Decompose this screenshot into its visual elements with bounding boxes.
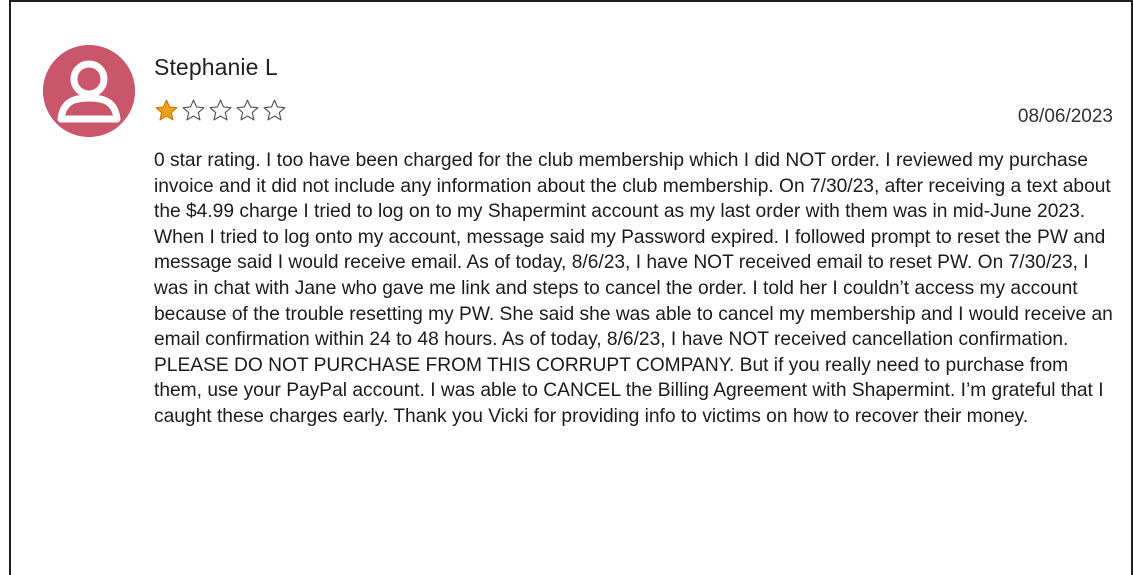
review-card: Stephanie L 08/06/2023 0 star rating. I … xyxy=(9,0,1133,575)
review-date: 08/06/2023 xyxy=(1017,106,1113,127)
star-empty-icon xyxy=(182,99,205,121)
user-icon xyxy=(43,45,135,137)
star-empty-icon xyxy=(236,99,259,121)
star-empty-icon xyxy=(209,99,232,121)
star-rating xyxy=(154,98,287,123)
reviewer-name: Stephanie L xyxy=(154,54,278,80)
avatar xyxy=(43,45,135,137)
star-empty-icon xyxy=(263,99,286,121)
star-filled-icon xyxy=(155,99,178,121)
review-text: 0 star rating. I too have been charged f… xyxy=(154,150,1113,427)
